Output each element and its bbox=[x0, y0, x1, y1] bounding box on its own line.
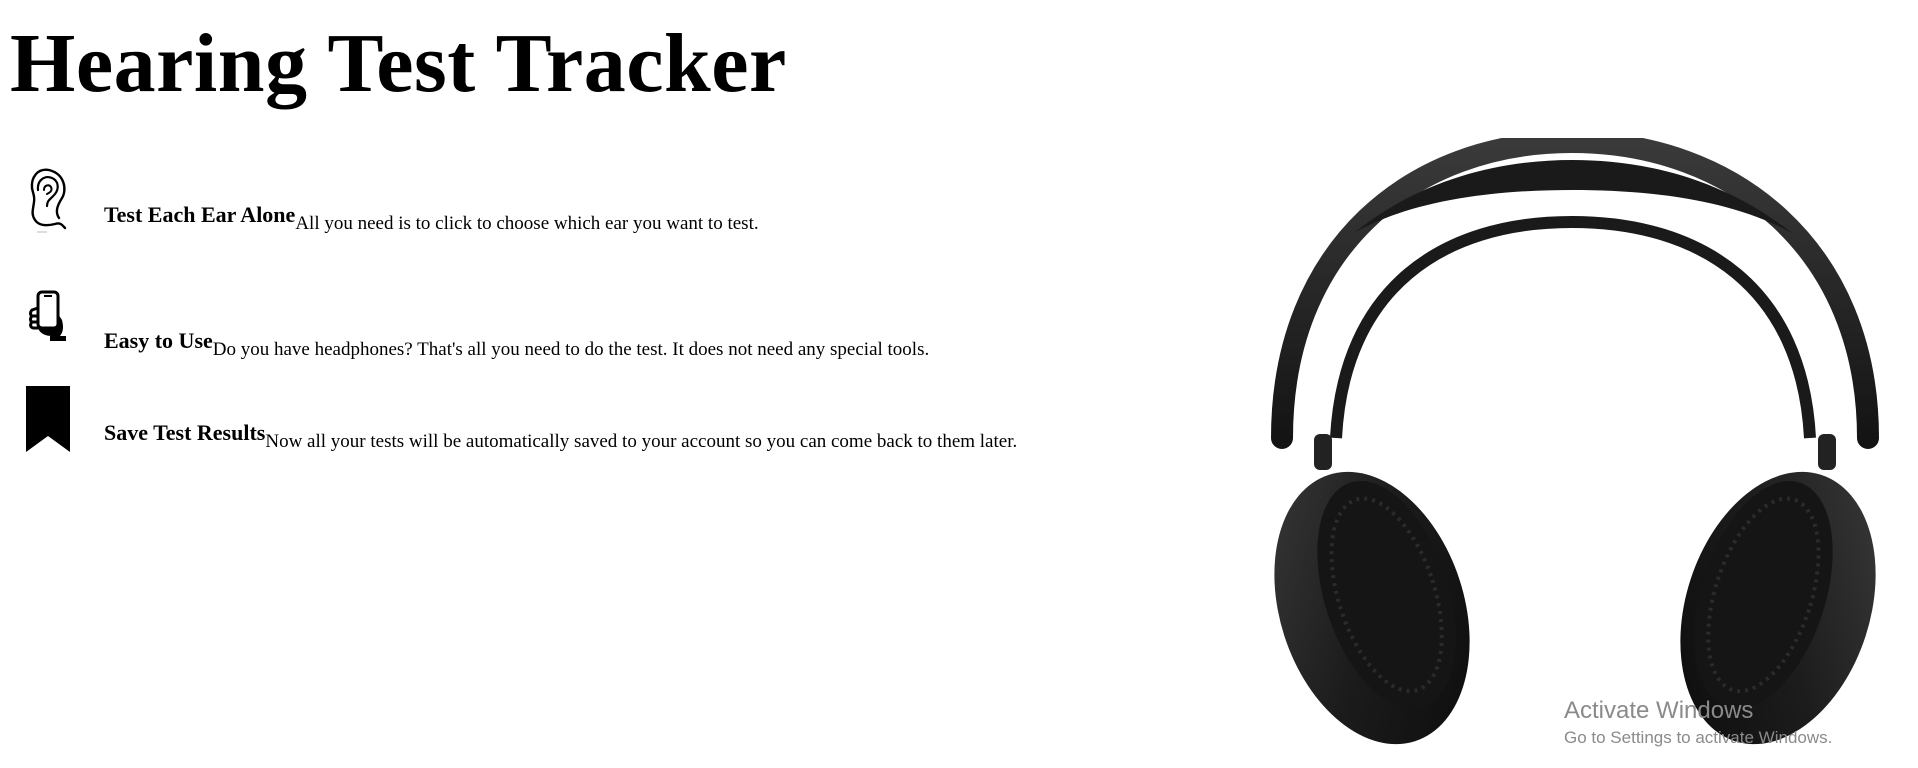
feature-item-easy-to-use: Easy to UseDo you have headphones? That'… bbox=[18, 290, 929, 362]
ear-icon bbox=[18, 164, 78, 236]
watermark-subtitle: Go to Settings to activate Windows. bbox=[1564, 727, 1833, 747]
feature-item-test-each-ear: Test Each Ear AloneAll you need is to cl… bbox=[18, 164, 759, 236]
headphones-image bbox=[1262, 130, 1888, 763]
feature-description: Do you have headphones? That's all you n… bbox=[212, 339, 930, 360]
feature-title: Easy to Use bbox=[104, 328, 213, 353]
watermark-title: Activate Windows bbox=[1564, 697, 1754, 724]
feature-title: Save Test Results bbox=[104, 420, 266, 445]
smartphone-hand-icon bbox=[18, 290, 78, 362]
page-title: Hearing Test Tracker bbox=[10, 17, 787, 110]
activate-windows-watermark: Activate Windows Go to Settings to activ… bbox=[1564, 697, 1832, 750]
feature-description: All you need is to click to choose which… bbox=[295, 213, 759, 234]
feature-item-save-results: Save Test ResultsNow all your tests will… bbox=[18, 384, 1017, 454]
bookmark-icon bbox=[18, 384, 78, 454]
feature-title: Test Each Ear Alone bbox=[104, 202, 296, 227]
feature-description: Now all your tests will be automatically… bbox=[265, 431, 1018, 452]
